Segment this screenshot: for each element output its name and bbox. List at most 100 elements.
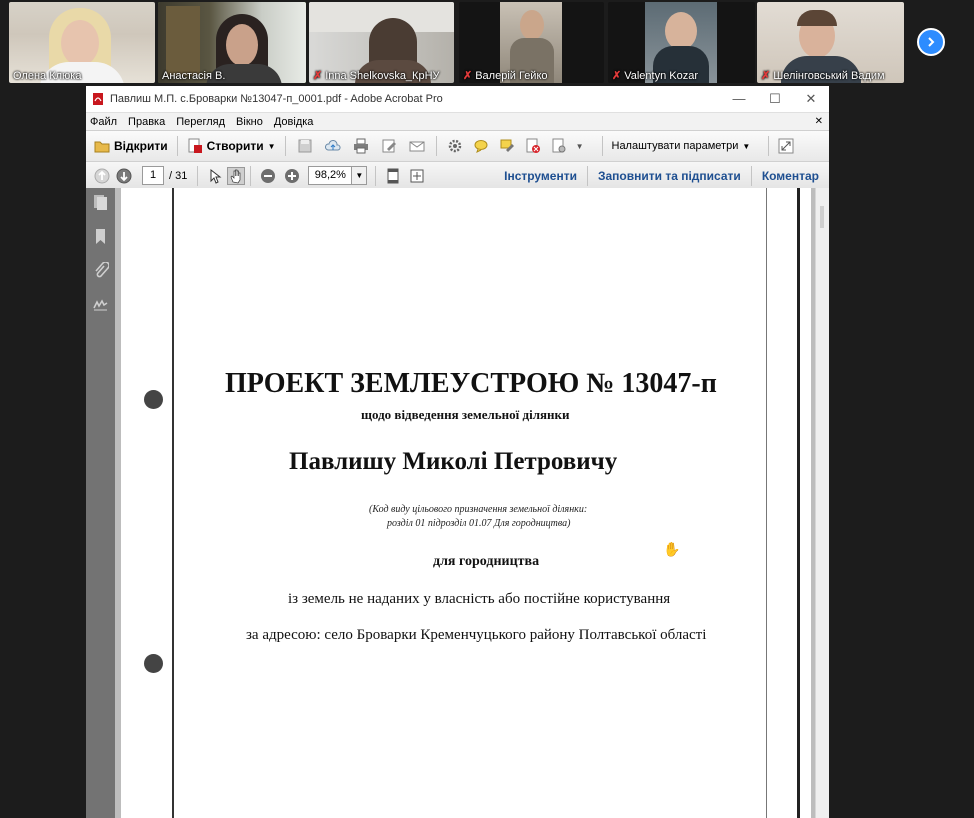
bookmarks-icon[interactable] bbox=[92, 228, 109, 245]
maximize-button[interactable]: ☐ bbox=[757, 91, 793, 107]
select-tool-icon[interactable] bbox=[207, 168, 223, 184]
minimize-button[interactable]: — bbox=[721, 91, 757, 107]
pdf-file-icon bbox=[93, 93, 103, 105]
comment-panel-link[interactable]: Коментар bbox=[762, 169, 819, 183]
participant-name: Анастасія В. bbox=[162, 70, 226, 82]
save-icon[interactable] bbox=[297, 138, 313, 154]
mic-muted-icon: ✗ bbox=[612, 70, 622, 82]
pdf-page: ПРОЕКТ ЗЕМЛЕУСТРОЮ № 13047-п щодо відвед… bbox=[121, 188, 811, 818]
gear-icon[interactable] bbox=[447, 138, 463, 154]
navigation-toolbar: 1 / 31 98,2% ▼ Інструменти Заповнити та … bbox=[86, 161, 829, 190]
menu-help[interactable]: Довідка bbox=[274, 116, 314, 128]
close-window-button[interactable]: ✕ bbox=[793, 91, 829, 107]
attachments-icon[interactable] bbox=[92, 262, 109, 279]
participant-tile-2[interactable]: Анастасія В. bbox=[158, 2, 306, 83]
toolbar-separator bbox=[284, 136, 286, 156]
delete-doc-icon[interactable] bbox=[525, 138, 541, 154]
purpose-code-line1: (Код виду цільового призначення земельно… bbox=[369, 504, 588, 515]
menu-view[interactable]: Перегляд bbox=[176, 116, 225, 128]
zoom-level-input[interactable]: 98,2% bbox=[308, 166, 353, 185]
toolbar-separator bbox=[601, 136, 603, 156]
fit-page-icon[interactable] bbox=[385, 168, 401, 184]
dropdown-arrow-icon: ▼ bbox=[742, 141, 751, 151]
purpose-text: для городництва bbox=[433, 554, 540, 569]
address-text: за адресою: село Броварки Кременчуцького… bbox=[246, 627, 707, 643]
participant-name: ✗ Inna Shelkovska_КрНУ bbox=[313, 69, 440, 83]
document-subtitle: щодо відведення земельної ділянки bbox=[361, 407, 570, 422]
dropdown-arrow-icon: ▼ bbox=[267, 141, 276, 151]
toolbar-separator bbox=[176, 136, 178, 156]
document-title: ПРОЕКТ ЗЕМЛЕУСТРОЮ № 13047-п bbox=[225, 368, 717, 399]
total-pages: / 31 bbox=[169, 169, 188, 182]
tools-panel-link[interactable]: Інструменти bbox=[504, 169, 577, 183]
comment-bubble-icon[interactable] bbox=[473, 138, 489, 154]
hand-cursor-icon: ✋ bbox=[663, 541, 681, 557]
toolbar-separator bbox=[250, 165, 252, 186]
participant-name: Олена Клюка bbox=[13, 70, 82, 82]
toolbar-separator bbox=[768, 136, 770, 156]
expand-icon[interactable] bbox=[778, 138, 794, 154]
participant-name: ✗ Валерій Гейко bbox=[463, 69, 548, 83]
signatures-icon[interactable] bbox=[92, 296, 109, 313]
folder-icon bbox=[94, 141, 110, 153]
toolbar-separator bbox=[375, 165, 377, 186]
toolbar-separator bbox=[435, 136, 437, 156]
page-number-input[interactable]: 1 bbox=[142, 166, 164, 185]
next-participants-button[interactable] bbox=[917, 28, 945, 56]
highlight-icon[interactable] bbox=[499, 138, 515, 154]
next-page-icon[interactable] bbox=[116, 168, 132, 184]
toolbar-separator bbox=[197, 165, 199, 186]
previous-page-icon[interactable] bbox=[94, 168, 110, 184]
menu-window[interactable]: Вікно bbox=[236, 116, 263, 128]
zoom-out-icon[interactable] bbox=[260, 168, 276, 184]
print-icon[interactable] bbox=[353, 138, 369, 154]
fill-sign-panel-link[interactable]: Заповнити та підписати bbox=[598, 169, 741, 183]
page-edge-line bbox=[172, 188, 174, 818]
document-viewer[interactable]: ПРОЕКТ ЗЕМЛЕУСТРОЮ № 13047-п щодо відвед… bbox=[115, 188, 815, 818]
fit-width-icon[interactable] bbox=[409, 168, 425, 184]
hand-tool-icon[interactable] bbox=[227, 166, 246, 185]
email-icon[interactable] bbox=[409, 138, 425, 154]
participant-tile-3[interactable]: ✗ Inna Shelkovska_КрНУ bbox=[309, 2, 454, 83]
customize-button[interactable]: Налаштувати параметри ▼ bbox=[608, 140, 755, 152]
menu-edit[interactable]: Правка bbox=[128, 116, 165, 128]
acrobat-window: Павлиш М.П. с.Броварки №13047-п_0001.pdf… bbox=[86, 86, 829, 818]
mic-muted-icon: ✗ bbox=[463, 70, 473, 82]
cloud-upload-icon[interactable] bbox=[324, 138, 341, 154]
create-pdf-icon bbox=[188, 138, 202, 153]
participant-tile-1[interactable]: Олена Клюка bbox=[9, 2, 155, 83]
land-source-text: із земель не наданих у власність або пос… bbox=[288, 591, 671, 607]
toolbar-separator bbox=[586, 165, 588, 186]
create-button[interactable]: Створити ▼ bbox=[183, 138, 280, 154]
page-thumbnails-icon[interactable] bbox=[92, 194, 109, 211]
mic-muted-icon: ✗ bbox=[313, 70, 323, 82]
window-title: Павлиш М.П. с.Броварки №13047-п_0001.pdf… bbox=[110, 93, 443, 105]
close-document-icon[interactable]: ✕ bbox=[815, 116, 823, 127]
zoom-dropdown-icon[interactable]: ▼ bbox=[352, 166, 368, 185]
zoom-in-icon[interactable] bbox=[284, 168, 300, 184]
toolbar-separator bbox=[750, 165, 752, 186]
purpose-code-line2: розділ 01 підрозділ 01.07 Для городництв… bbox=[387, 518, 571, 529]
navigation-pane bbox=[86, 188, 115, 818]
open-button[interactable]: Відкрити bbox=[90, 138, 172, 154]
participant-name: ✗ Valentyn Kozar bbox=[612, 69, 699, 83]
scrollbar-thumb[interactable] bbox=[820, 206, 824, 228]
participant-tile-5[interactable]: ✗ Valentyn Kozar bbox=[608, 2, 755, 83]
page-edge-line bbox=[797, 188, 800, 818]
participant-name: ✗ Шелінговський Вадим bbox=[761, 69, 885, 83]
chevron-right-icon bbox=[928, 37, 935, 47]
mic-muted-icon: ✗ bbox=[761, 70, 771, 82]
menu-bar: Файл Правка Перегляд Вікно Довідка ✕ bbox=[86, 112, 829, 130]
participant-tile-6[interactable]: ✗ Шелінговський Вадим bbox=[757, 2, 904, 83]
edit-icon[interactable] bbox=[381, 138, 397, 154]
binder-hole bbox=[144, 654, 163, 673]
more-tools-dropdown-icon[interactable]: ▼ bbox=[576, 142, 584, 151]
vertical-scrollbar[interactable] bbox=[815, 188, 829, 818]
menu-file[interactable]: Файл bbox=[90, 116, 117, 128]
document-properties-icon[interactable] bbox=[551, 138, 567, 154]
main-toolbar: Відкрити Створити ▼ ▼ Налаштувати параме… bbox=[86, 130, 829, 161]
binder-hole bbox=[144, 390, 163, 409]
participant-tile-4[interactable]: ✗ Валерій Гейко bbox=[459, 2, 604, 83]
recipient-name: Павлишу Миколі Петровичу bbox=[289, 448, 618, 475]
page-edge-line bbox=[766, 188, 767, 818]
